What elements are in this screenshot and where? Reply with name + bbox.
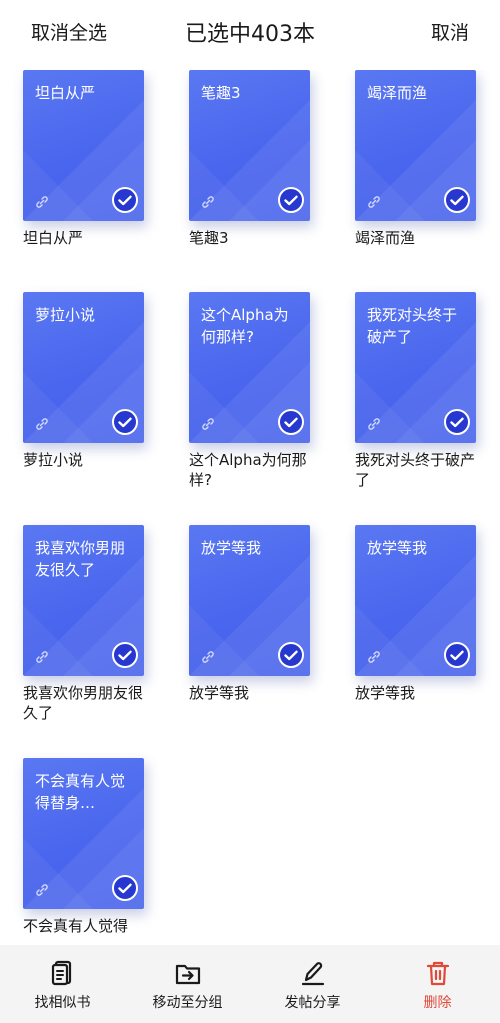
book-name: 放学等我 — [189, 684, 250, 702]
post-share-button[interactable]: 发帖分享 — [250, 945, 375, 1023]
cover-title: 笔趣3 — [201, 84, 241, 102]
selected-check-icon[interactable] — [112, 409, 138, 435]
cancel-button[interactable]: 取消 — [431, 18, 469, 45]
trash-icon — [426, 961, 449, 986]
link-icon — [36, 884, 48, 896]
find-similar-label: 找相似书 — [34, 995, 91, 1011]
book-name: 竭泽而渔 — [355, 229, 416, 247]
delete-button[interactable]: 删除 — [375, 945, 500, 1023]
link-icon — [368, 418, 380, 430]
link-icon — [202, 418, 214, 430]
page-title: 已选中403本 — [185, 22, 315, 47]
bottom-action-bar: 找相似书 移动至分组 发帖分享 删除 — [0, 945, 500, 1023]
book-cover: 这个Alpha为何那样? — [189, 292, 310, 443]
link-icon — [36, 196, 48, 208]
book-cover: 竭泽而渔 — [355, 70, 476, 221]
book-cover: 萝拉小说 — [23, 292, 144, 443]
cover-title: 我死对头终于破产了 — [367, 306, 458, 346]
book-name: 坦白从严 — [23, 229, 84, 247]
book-grid: 坦白从严 坦白从严 笔趣3 笔趣3 竭泽而渔 竭泽而渔 萝拉小说 萝拉小说 这个… — [0, 70, 500, 945]
book-name: 不会真有人觉得 — [23, 917, 129, 935]
book-cover: 我喜欢你男朋友很久了 — [23, 525, 144, 676]
book-name: 这个Alpha为何那样? — [189, 451, 307, 489]
book-name: 我死对头终于破产了 — [355, 451, 476, 489]
cover-title: 放学等我 — [367, 539, 428, 557]
post-share-label: 发帖分享 — [284, 995, 341, 1011]
book-name: 萝拉小说 — [23, 451, 84, 469]
selected-check-icon[interactable] — [278, 187, 304, 213]
selected-check-icon[interactable] — [112, 187, 138, 213]
selected-check-icon[interactable] — [444, 642, 470, 668]
cover-title: 萝拉小说 — [35, 306, 96, 324]
book-cover: 放学等我 — [189, 525, 310, 676]
find-similar-button[interactable]: 找相似书 — [0, 945, 125, 1023]
selected-check-icon[interactable] — [112, 875, 138, 901]
link-icon — [368, 196, 380, 208]
delete-label: 删除 — [423, 995, 452, 1011]
cover-title: 放学等我 — [201, 539, 262, 557]
cover-title: 竭泽而渔 — [367, 84, 428, 102]
move-folder-icon — [175, 964, 200, 985]
cover-title: 这个Alpha为何那样? — [201, 306, 289, 346]
book-name: 笔趣3 — [189, 229, 229, 247]
link-icon — [202, 651, 214, 663]
cover-title: 坦白从严 — [35, 84, 96, 102]
selected-check-icon[interactable] — [278, 409, 304, 435]
selected-check-icon[interactable] — [112, 642, 138, 668]
selected-check-icon[interactable] — [444, 187, 470, 213]
book-cover: 放学等我 — [355, 525, 476, 676]
book-cover: 不会真有人觉得替身… — [23, 758, 144, 909]
link-icon — [36, 651, 48, 663]
link-icon — [36, 418, 48, 430]
book-name: 我喜欢你男朋友很久了 — [23, 684, 144, 722]
selected-check-icon[interactable] — [444, 409, 470, 435]
pen-icon — [301, 962, 324, 986]
document-icon — [51, 960, 71, 986]
move-to-group-button[interactable]: 移动至分组 — [125, 945, 250, 1023]
book-cover: 笔趣3 — [189, 70, 310, 221]
book-cover: 我死对头终于破产了 — [355, 292, 476, 443]
link-icon — [368, 651, 380, 663]
top-bar: 取消全选 已选中403本 取消 — [0, 0, 500, 64]
selected-check-icon[interactable] — [278, 642, 304, 668]
cover-title: 我喜欢你男朋友很久了 — [35, 539, 126, 579]
book-cover: 坦白从严 — [23, 70, 144, 221]
move-to-group-label: 移动至分组 — [152, 995, 223, 1011]
book-name: 放学等我 — [355, 684, 416, 702]
link-icon — [202, 196, 214, 208]
cover-title: 不会真有人觉得替身… — [35, 772, 126, 812]
